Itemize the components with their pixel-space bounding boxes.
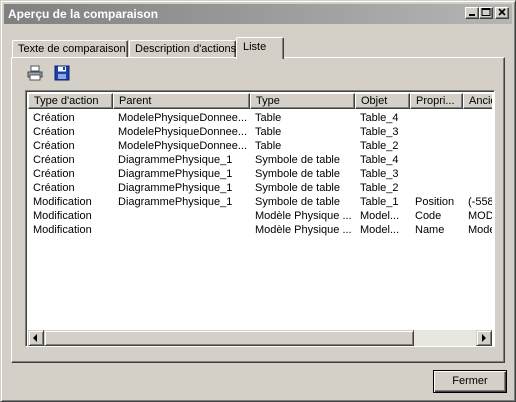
cell-parent: DiagrammePhysique_1 — [118, 168, 233, 180]
cell-ancienne — [463, 125, 492, 139]
cell-propriete — [410, 139, 463, 153]
cell-parent: DiagrammePhysique_1 — [118, 182, 233, 194]
arrow-right-icon — [482, 334, 486, 342]
cell-objet: Table_4 — [360, 112, 399, 124]
cell-action: Modification — [33, 196, 92, 208]
cell-type: Symbole de table — [255, 154, 340, 166]
cell-objet: Table_1 — [360, 196, 399, 208]
cell-ancienne — [463, 181, 492, 195]
cell-objet: Table_2 — [360, 140, 399, 152]
cell-objet: Table_3 — [360, 168, 399, 180]
comparison-list[interactable]: Type d'action Parent Type Objet Propri..… — [25, 90, 495, 347]
column-header-type[interactable]: Type — [250, 93, 355, 109]
cell-ancienne — [463, 167, 492, 181]
cell-type: Symbole de table — [255, 196, 340, 208]
cell-ancienne — [463, 153, 492, 167]
table-row[interactable]: Modification DiagrammePhysique_1 Symbole… — [28, 195, 492, 209]
table-row[interactable]: Création ModelePhysiqueDonnee... Table T… — [28, 139, 492, 153]
horizontal-scrollbar[interactable] — [28, 330, 492, 346]
column-header-ancienne-valeur[interactable]: Ancie — [463, 93, 492, 109]
cell-action: Modification — [33, 224, 92, 236]
table-row[interactable]: Modification Modèle Physique ... Model..… — [28, 223, 492, 237]
cell-ancienne: (-558 — [468, 196, 492, 208]
tab-texte-de-comparaison[interactable]: Texte de comparaison — [12, 40, 128, 57]
cell-objet: Table_4 — [360, 154, 399, 166]
cell-objet: Model... — [360, 224, 400, 236]
cell-propriete: Code — [415, 210, 442, 222]
floppy-save-icon[interactable] — [54, 65, 70, 81]
cell-ancienne: Mode — [468, 224, 492, 236]
column-header-objet[interactable]: Objet — [355, 93, 410, 109]
cell-parent: ModelePhysiqueDonnee... — [118, 126, 248, 138]
dialog-window: Aperçu de la comparaison Texte de compar… — [0, 0, 516, 402]
cell-propriete — [410, 167, 463, 181]
cell-parent: ModelePhysiqueDonnee... — [118, 140, 248, 152]
tab-description-d-actions[interactable]: Description d'actions — [129, 40, 236, 57]
scroll-left-button[interactable] — [28, 330, 44, 346]
cell-propriete — [410, 181, 463, 195]
maximize-icon — [481, 8, 491, 16]
column-header-parent[interactable]: Parent — [113, 93, 250, 109]
table-row[interactable]: Création ModelePhysiqueDonnee... Table T… — [28, 125, 492, 139]
table-row[interactable]: Création DiagrammePhysique_1 Symbole de … — [28, 181, 492, 195]
cell-type: Table — [255, 140, 282, 152]
cell-parent — [113, 209, 250, 223]
title-bar[interactable]: Aperçu de la comparaison — [4, 4, 512, 24]
print-icon[interactable] — [27, 65, 43, 81]
tab-liste[interactable]: Liste — [236, 37, 284, 59]
cell-objet: Model... — [360, 210, 400, 222]
arrow-left-icon — [33, 334, 37, 342]
list-content: Type d'action Parent Type Objet Propri..… — [28, 93, 492, 330]
minimize-button[interactable] — [465, 7, 479, 19]
table-row[interactable]: Modification Modèle Physique ... Model..… — [28, 209, 492, 223]
cell-propriete: Name — [415, 224, 445, 236]
cell-type: Table — [255, 126, 282, 138]
cell-action: Modification — [33, 210, 92, 222]
maximize-button[interactable] — [479, 7, 493, 19]
scroll-right-button[interactable] — [476, 330, 492, 346]
cell-type: Symbole de table — [255, 168, 340, 180]
close-dialog-button[interactable]: Fermer — [433, 370, 507, 393]
window-title: Aperçu de la comparaison — [8, 7, 159, 21]
cell-action: Création — [33, 112, 75, 124]
list-header: Type d'action Parent Type Objet Propri..… — [28, 93, 492, 109]
cell-parent: DiagrammePhysique_1 — [118, 196, 233, 208]
scroll-thumb[interactable] — [44, 330, 414, 346]
column-header-type-action[interactable]: Type d'action — [28, 93, 113, 109]
cell-parent: DiagrammePhysique_1 — [118, 154, 233, 166]
cell-action: Création — [33, 154, 75, 166]
cell-propriete — [410, 153, 463, 167]
cell-type: Modèle Physique ... — [255, 210, 352, 222]
cell-parent — [113, 223, 250, 237]
cell-propriete — [410, 111, 463, 125]
close-button[interactable] — [495, 7, 509, 19]
cell-action: Création — [33, 168, 75, 180]
cell-action: Création — [33, 140, 75, 152]
cell-propriete — [410, 125, 463, 139]
cell-type: Symbole de table — [255, 182, 340, 194]
cell-objet: Table_3 — [360, 126, 399, 138]
cell-parent: ModelePhysiqueDonnee... — [118, 112, 248, 124]
column-header-propriete[interactable]: Propri... — [410, 93, 463, 109]
table-row[interactable]: Création DiagrammePhysique_1 Symbole de … — [28, 167, 492, 181]
table-row[interactable]: Création ModelePhysiqueDonnee... Table T… — [28, 111, 492, 125]
cell-action: Création — [33, 126, 75, 138]
close-icon — [498, 8, 506, 16]
table-row[interactable]: Création DiagrammePhysique_1 Symbole de … — [28, 153, 492, 167]
cell-propriete: Position — [415, 196, 455, 208]
cell-ancienne — [463, 111, 492, 125]
cell-action: Création — [33, 182, 75, 194]
minimize-icon — [469, 14, 475, 16]
cell-objet: Table_2 — [360, 182, 399, 194]
cell-type: Modèle Physique ... — [255, 224, 352, 236]
cell-ancienne: MOD — [468, 210, 492, 222]
cell-type: Table — [255, 112, 282, 124]
cell-ancienne — [463, 139, 492, 153]
